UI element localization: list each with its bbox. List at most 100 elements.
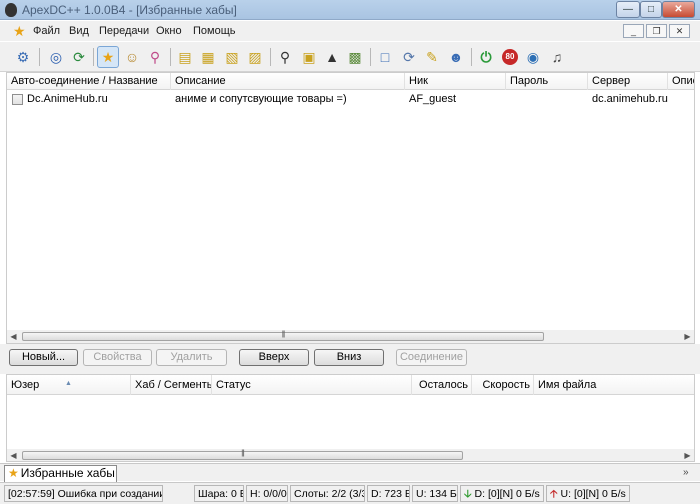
connect-button[interactable]: Соединение xyxy=(396,349,467,366)
toolbar: ⚙ ◎ ⟳ ★ ☺ ⚲ ▤ ▦ ▧ ▨ ⚲ ▣ ▲ ▩ □ ⟳ ✎ ☻ ⏻ 80… xyxy=(0,42,700,72)
menu-window[interactable]: Окно xyxy=(156,25,182,37)
new-hub-button[interactable]: Новый... xyxy=(9,349,78,366)
status-uploaded: U: 134 Б xyxy=(412,485,458,502)
close-button[interactable]: ✕ xyxy=(662,1,695,18)
search-spy-icon[interactable]: ▲ xyxy=(321,46,343,68)
scroll-left-icon[interactable]: ◀ xyxy=(7,330,20,343)
menu-help[interactable]: Помощь xyxy=(193,25,236,37)
hub-password-cell xyxy=(506,91,588,108)
upload-speed-label: U: [0][N] 0 Б/s xyxy=(560,488,626,500)
scroll-right-icon[interactable]: ▶ xyxy=(681,449,694,461)
status-shares: Шара: 0 Б xyxy=(194,485,244,502)
status-downloaded: D: 723 Б xyxy=(367,485,410,502)
search-icon[interactable]: ⚲ xyxy=(274,46,296,68)
column-header-server[interactable]: Сервер xyxy=(588,73,668,90)
properties-button[interactable]: Свойства xyxy=(83,349,152,366)
mute-sound-icon[interactable]: ♫ xyxy=(546,46,568,68)
toolbar-separator xyxy=(370,48,371,66)
network-stats-icon[interactable]: ▩ xyxy=(344,46,366,68)
column-header-hub-segments[interactable]: Хаб / Сегменты xyxy=(131,375,212,395)
adl-search-icon[interactable]: ▣ xyxy=(298,46,320,68)
scroll-right-icon[interactable]: ▶ xyxy=(681,330,694,343)
table-header: Юзер ▲ Хаб / Сегменты Статус Осталось Ск… xyxy=(7,375,694,395)
menu-bar: ★ Файл Вид Передачи Окно Помощь _ ❐ ✕ xyxy=(0,21,700,41)
away-mode-icon[interactable]: ◉ xyxy=(522,46,544,68)
hub-actions-bar: Новый... Свойства Удалить Вверх Вниз Сое… xyxy=(0,344,700,374)
status-upload-speed: 🡡 U: [0][N] 0 Б/s xyxy=(546,485,630,502)
connect-hub-icon[interactable]: ◎ xyxy=(45,46,67,68)
open-filelist-icon[interactable]: □ xyxy=(374,46,396,68)
move-up-button[interactable]: Вверх xyxy=(239,349,309,366)
star-icon: ★ xyxy=(8,466,19,480)
download-queue-icon[interactable]: ▤ xyxy=(174,46,196,68)
column-header-name[interactable]: Авто-соединение / Название xyxy=(7,73,171,90)
menu-view[interactable]: Вид xyxy=(69,25,89,37)
app-logo-icon xyxy=(5,3,17,17)
power-icon[interactable]: ⏻ xyxy=(475,46,497,68)
star-icon: ★ xyxy=(13,23,26,39)
toolbar-separator xyxy=(170,48,171,66)
menu-file[interactable]: Файл xyxy=(33,25,60,37)
column-header-user[interactable]: Юзер ▲ xyxy=(7,375,131,395)
tab-overflow-icon[interactable]: » xyxy=(683,467,689,478)
upload-arrow-icon: 🡡 xyxy=(550,488,558,500)
column-header-status[interactable]: Статус xyxy=(212,375,412,395)
column-header-remaining[interactable]: Осталось xyxy=(412,375,472,395)
download-speed-label: D: [0][N] 0 Б/s xyxy=(474,488,540,500)
reconnect-icon[interactable]: ⟳ xyxy=(68,46,90,68)
speed-limit-icon[interactable]: 80 xyxy=(499,46,521,68)
status-download-speed: 🡣 D: [0][N] 0 Б/s xyxy=(460,485,544,502)
settings-gear-icon[interactable]: ⚙ xyxy=(12,46,34,68)
mdi-restore-button[interactable]: ❐ xyxy=(646,24,667,38)
recent-hubs-icon[interactable]: ⚲ xyxy=(144,46,166,68)
status-hubs: H: 0/0/0 xyxy=(246,485,288,502)
download-arrow-icon: 🡣 xyxy=(464,488,472,500)
toolbar-separator xyxy=(39,48,40,66)
status-slots: Слоты: 2/2 (3/3) xyxy=(290,485,365,502)
hub-description-cell: аниме и сопутсвующие товары =) xyxy=(175,93,347,105)
transfers-table: Юзер ▲ Хаб / Сегменты Статус Осталось Ск… xyxy=(6,374,695,462)
toolbar-separator xyxy=(93,48,94,66)
tab-bar: ★ Избранные хабы » xyxy=(0,463,700,482)
tab-favorite-hubs[interactable]: ★ Избранные хабы xyxy=(4,465,117,482)
window-title: ApexDC++ 1.0.0B4 - [Избранные хабы] xyxy=(22,3,237,17)
table-row[interactable]: Dc.AnimeHub.ru аниме и сопутсвующие това… xyxy=(7,91,694,108)
scrollbar-thumb[interactable]: ||| xyxy=(22,331,544,341)
system-log-icon[interactable]: ☻ xyxy=(445,46,467,68)
refresh-filelist-icon[interactable]: ⟳ xyxy=(398,46,420,68)
column-header-nick[interactable]: Ник xyxy=(405,73,506,90)
toolbar-separator xyxy=(270,48,271,66)
mdi-close-button[interactable]: ✕ xyxy=(669,24,690,38)
status-message: [02:57:59] Ошибка при создании п xyxy=(4,485,163,502)
hub-name-cell: Dc.AnimeHub.ru xyxy=(27,93,108,105)
column-header-description-2[interactable]: Опис xyxy=(668,73,694,90)
column-header-description[interactable]: Описание xyxy=(171,73,405,90)
mdi-minimize-button[interactable]: _ xyxy=(623,24,644,38)
notepad-icon[interactable]: ✎ xyxy=(421,46,443,68)
favorite-users-icon[interactable]: ☺ xyxy=(121,46,143,68)
horizontal-scrollbar[interactable]: ◀ ||| ▶ xyxy=(7,330,694,343)
favorite-hubs-table: Авто-соединение / Название Описание Ник … xyxy=(6,72,695,344)
column-header-password[interactable]: Пароль xyxy=(506,73,588,90)
toolbar-separator xyxy=(471,48,472,66)
scrollbar-thumb[interactable]: ||| xyxy=(22,450,463,460)
remove-button[interactable]: Удалить xyxy=(156,349,227,366)
maximize-button[interactable]: □ xyxy=(640,1,662,18)
tab-label: Избранные хабы xyxy=(20,466,115,480)
scroll-left-icon[interactable]: ◀ xyxy=(7,449,20,461)
minimize-button[interactable]: — xyxy=(616,1,640,18)
menu-transfers[interactable]: Передачи xyxy=(99,25,149,37)
horizontal-scrollbar[interactable]: ◀ ||| ▶ xyxy=(7,449,694,461)
sort-ascending-icon: ▲ xyxy=(65,380,72,387)
finished-downloads-icon[interactable]: ▦ xyxy=(197,46,219,68)
hub-server-cell: dc.animehub.ru xyxy=(592,93,668,105)
upload-queue-icon[interactable]: ▧ xyxy=(221,46,243,68)
column-header-speed[interactable]: Скорость xyxy=(472,375,534,395)
auto-connect-checkbox[interactable] xyxy=(12,94,23,105)
finished-uploads-icon[interactable]: ▨ xyxy=(244,46,266,68)
table-header: Авто-соединение / Название Описание Ник … xyxy=(7,73,694,90)
column-header-filename[interactable]: Имя файла xyxy=(534,375,694,395)
move-down-button[interactable]: Вниз xyxy=(314,349,384,366)
favorite-hubs-icon[interactable]: ★ xyxy=(97,46,119,68)
status-bar: [02:57:59] Ошибка при создании п Шара: 0… xyxy=(0,482,700,504)
